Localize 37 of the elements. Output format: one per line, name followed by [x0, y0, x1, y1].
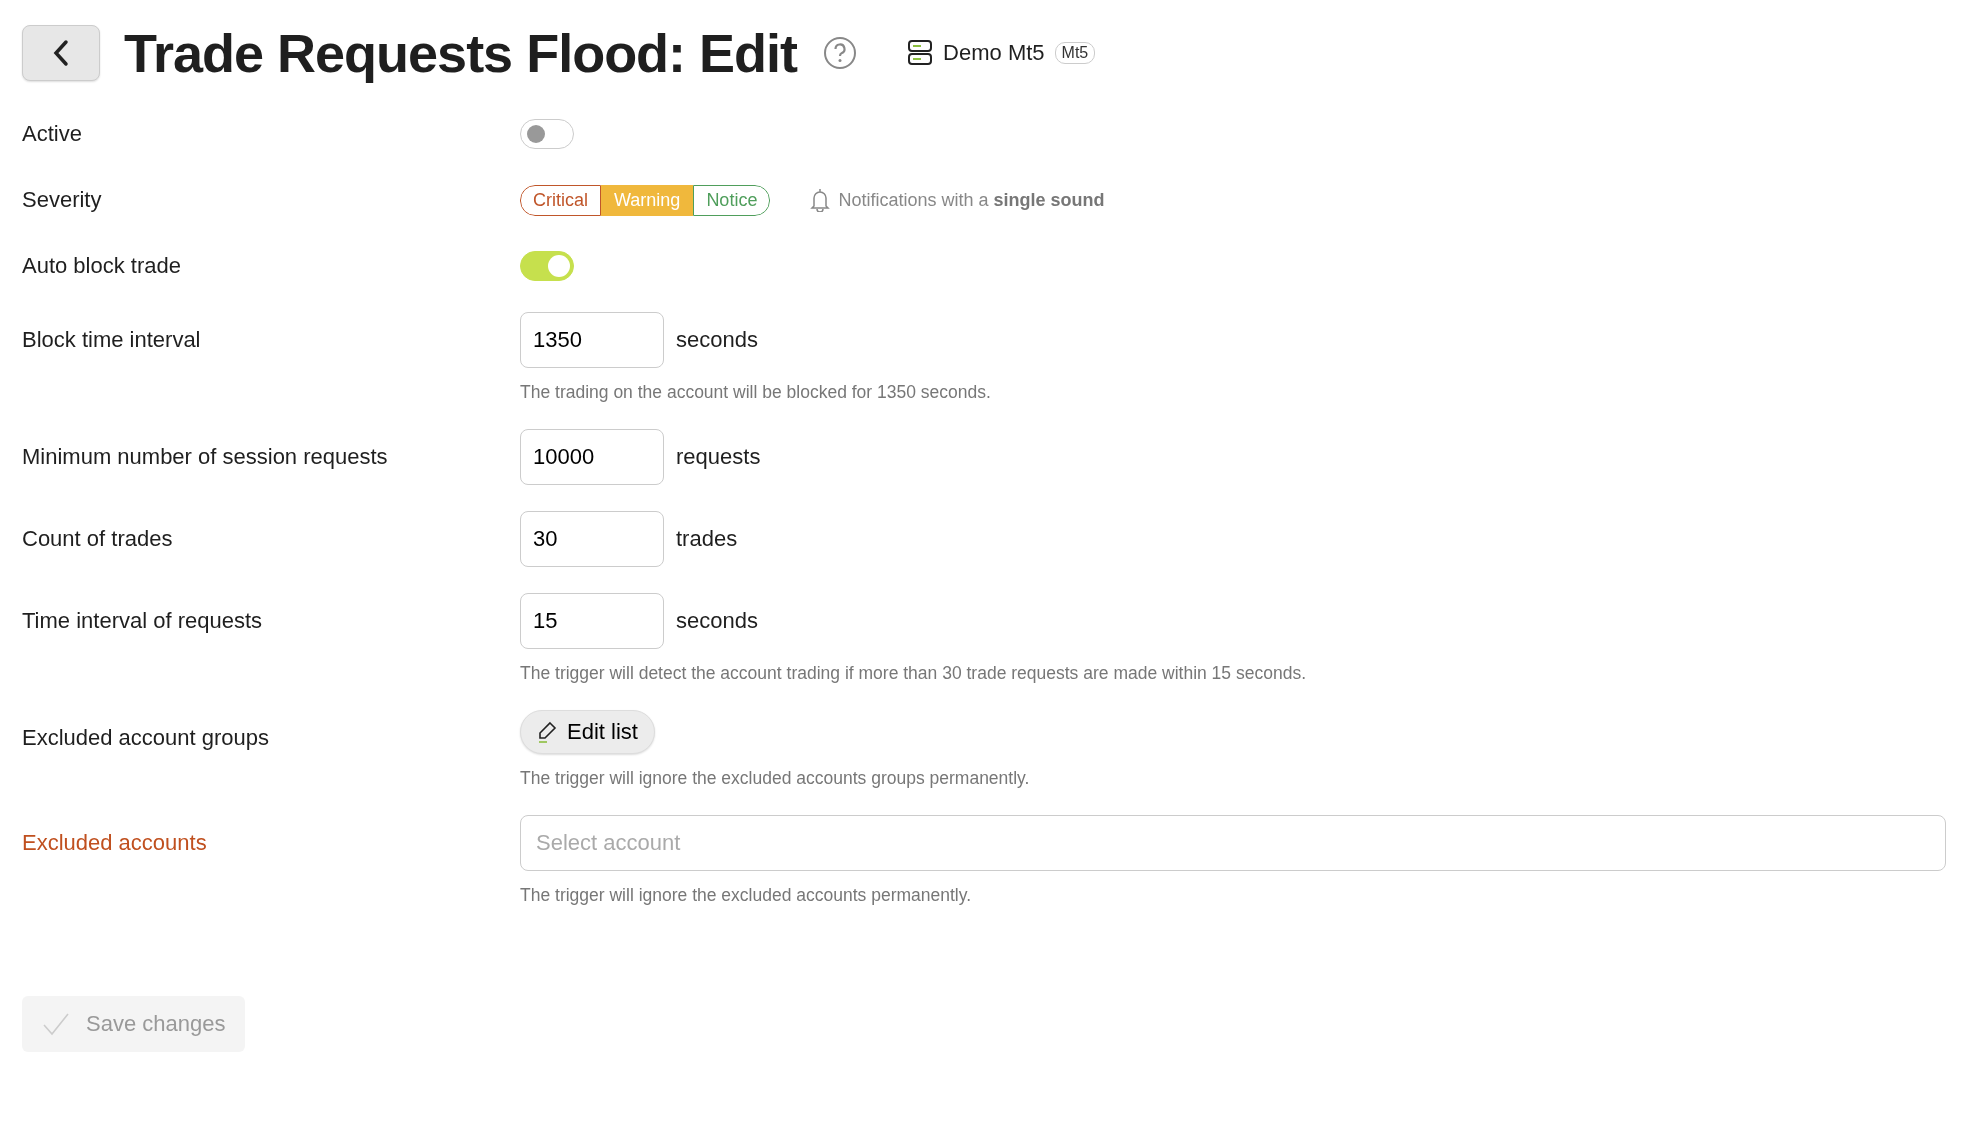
account-select[interactable]: Select account: [520, 815, 1946, 871]
field-label: Excluded account groups: [22, 725, 270, 751]
chevron-left-icon: [51, 39, 71, 67]
server-name: Demo Mt5: [943, 40, 1045, 66]
field-label: Active: [22, 121, 82, 147]
field-label: Minimum number of session requests: [22, 444, 388, 470]
field-label: Count of trades: [22, 526, 173, 552]
field-label: Time interval of requests: [22, 608, 263, 634]
back-button[interactable]: [22, 25, 100, 81]
number-field[interactable]: 30: [520, 511, 664, 567]
field-label: Excluded accounts: [22, 830, 207, 856]
server-icon: [907, 39, 934, 67]
check-icon: [42, 1012, 70, 1036]
unit-label: requests: [676, 444, 761, 470]
edit-list-button[interactable]: Edit list: [520, 710, 655, 754]
unit-label: seconds: [676, 608, 758, 634]
field-label: Severity: [22, 187, 102, 213]
hint-text: The trigger will ignore the excluded accounts groups permanently.: [520, 768, 1031, 789]
hint-text: The trading on the account will be blocked for 1350 seconds.: [520, 382, 992, 403]
page-title: Trade Requests Flood: Edit: [124, 22, 798, 84]
toggle-switch[interactable]: [520, 119, 574, 149]
server-badge: Mt5: [1054, 42, 1096, 64]
field-label: Auto block trade: [22, 253, 181, 279]
unit-label: seconds: [676, 327, 758, 353]
hint-text: The trigger will detect the account trading if more than 30 trade requests are made within 15 seconds.: [520, 663, 1307, 684]
unit-label: trades: [676, 526, 738, 552]
hint-text: The trigger will ignore the excluded accounts permanently.: [520, 885, 973, 906]
pencil-icon: [537, 721, 557, 743]
field-label: Block time interval: [22, 327, 201, 353]
number-field[interactable]: 1350: [520, 312, 664, 368]
toggle-switch[interactable]: [520, 251, 574, 281]
number-field[interactable]: 10000: [520, 429, 664, 485]
help-icon[interactable]: [823, 36, 858, 70]
severity-option[interactable]: Critical: [520, 184, 601, 216]
number-field[interactable]: 15: [520, 593, 664, 649]
bell-icon: [810, 188, 831, 212]
notification-note: Notifications with a single sound: [838, 189, 1105, 211]
